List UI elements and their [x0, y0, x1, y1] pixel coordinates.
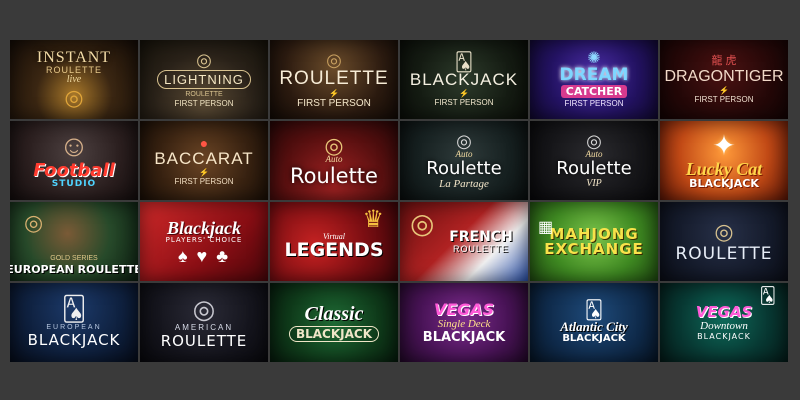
- tile-subtitle: BLACKJACK: [288, 325, 380, 342]
- tile-title: Football: [33, 160, 115, 181]
- game-tile-lightning-roulette[interactable]: ◎ LIGHTNING ROULETTE FIRST PERSON: [140, 40, 268, 119]
- tile-title: LEGENDS: [284, 239, 384, 261]
- tile-tag: FIRST PERSON: [694, 94, 754, 104]
- game-tile-classic-blackjack[interactable]: Classic BLACKJACK: [270, 283, 398, 362]
- tile-title: Roulette: [556, 158, 632, 179]
- tile-title: BLACKJACK: [409, 69, 519, 89]
- playing-cards-icon: 🂡: [454, 51, 474, 72]
- tile-title: Blackjack: [167, 217, 241, 238]
- tile-title: DRAGONTIGER: [664, 67, 784, 85]
- game-tile-roulette-first-person[interactable]: ◎ ROULETTE ⚡ FIRST PERSON: [270, 40, 398, 119]
- game-lobby-grid: INSTANT ROULETTE live ◎ ◎ LIGHTNING ROUL…: [10, 40, 790, 364]
- roulette-wheel-icon: ◎: [24, 210, 44, 235]
- game-tile-baccarat-first-person[interactable]: ● BACCARAT ⚡ FIRST PERSON: [140, 121, 268, 200]
- card-fan-icon: ♠ ♥ ♣: [177, 245, 231, 266]
- lightning-bolt-icon: ⚡: [459, 88, 469, 98]
- playing-cards-icon: 🂡: [61, 295, 87, 323]
- tile-subtitle: BLACKJACK: [562, 333, 626, 344]
- lightning-bolt-icon: ⚡: [199, 167, 209, 177]
- game-tile-atlantic-city-blackjack[interactable]: 🂡 Atlantic City BLACKJACK: [530, 283, 658, 362]
- game-tile-american-roulette[interactable]: ◎ AMERICAN ROULETTE: [140, 283, 268, 362]
- dragon-tiger-glyphs-icon: 龍 虎: [711, 54, 737, 67]
- tile-title: LIGHTNING: [157, 70, 251, 89]
- game-tile-european-blackjack[interactable]: 🂡 EUROPEAN BLACKJACK: [10, 283, 138, 362]
- tile-title: Classic: [304, 302, 364, 325]
- roulette-wheel-icon: ◎: [64, 85, 84, 110]
- lucky-cat-icon: ✦: [712, 130, 736, 161]
- game-tile-vegas-downtown-blackjack[interactable]: 🂡 VEGAS Downtown BLACKJACK: [660, 283, 788, 362]
- tile-tag: FIRST PERSON: [174, 176, 234, 186]
- playing-cards-icon: 🂡: [759, 288, 776, 305]
- roulette-wheel-icon: ◎: [410, 208, 435, 239]
- tile-tag: FIRST PERSON: [297, 97, 371, 109]
- roulette-wheel-icon: ◎: [456, 130, 472, 151]
- tile-title: Lucky Cat: [685, 159, 763, 179]
- game-tile-mahjong-exchange[interactable]: ▦ MAHJONG EXCHANGE: [530, 202, 658, 281]
- tile-title: FRENCH: [449, 228, 513, 245]
- tile-tag: BLACKJACK: [422, 329, 506, 345]
- tile-title: INSTANT: [36, 49, 112, 66]
- tile-title: ROULETTE: [160, 332, 248, 350]
- tile-title: DREAM: [559, 65, 629, 85]
- tile-subtitle: ROULETTE: [185, 91, 223, 98]
- game-tile-european-roulette[interactable]: ◎ GOLD SERIES EUROPEAN ROULETTE: [10, 202, 138, 281]
- game-tile-roulette[interactable]: ◎ ROULETTE: [660, 202, 788, 281]
- roulette-wheel-icon: ◎: [192, 294, 216, 324]
- tile-tag: FIRST PERSON: [174, 99, 234, 108]
- tile-title: ROULETTE: [675, 243, 773, 264]
- game-tile-blackjack-players-choice[interactable]: Blackjack PLAYERS' CHOICE ♠ ♥ ♣: [140, 202, 268, 281]
- tile-subtitle: BLACKJACK: [689, 177, 759, 190]
- game-tile-football-studio[interactable]: ☺ Football STUDIO: [10, 121, 138, 200]
- playing-cards-icon: 🂡: [584, 300, 604, 320]
- game-tile-virtual-legends[interactable]: ♛ Virtual LEGENDS: [270, 202, 398, 281]
- game-tile-french-roulette[interactable]: ◎ FRENCH ROULETTE: [400, 202, 528, 281]
- tile-title: Roulette: [426, 157, 502, 179]
- lightning-bolt-icon: ⚡: [719, 85, 729, 95]
- tile-title: BACCARAT: [154, 148, 254, 168]
- roulette-wheel-icon: ◎: [196, 50, 212, 70]
- baccarat-chip-icon: ●: [199, 134, 209, 151]
- tile-subtitle: ROULETTE: [452, 243, 509, 254]
- tile-tag: FIRST PERSON: [434, 97, 494, 107]
- tile-subtitle: Auto: [325, 153, 343, 164]
- tile-title: BLACKJACK: [27, 330, 121, 349]
- game-tile-auto-roulette-la-partage[interactable]: ◎ Auto Roulette La Partage: [400, 121, 528, 200]
- game-tile-lucky-cat-blackjack[interactable]: ✦ Lucky Cat BLACKJACK: [660, 121, 788, 200]
- tile-tag: BLACKJACK: [697, 331, 751, 341]
- tile-title: EUROPEAN ROULETTE: [10, 263, 138, 276]
- tile-title: ROULETTE: [279, 67, 389, 89]
- game-tile-vegas-single-deck-blackjack[interactable]: VEGAS Single Deck BLACKJACK: [400, 283, 528, 362]
- game-tile-instant-roulette[interactable]: INSTANT ROULETTE live ◎: [10, 40, 138, 119]
- game-tile-dream-catcher[interactable]: ✺ DREAM CATCHER FIRST PERSON: [530, 40, 658, 119]
- game-tile-blackjack-first-person[interactable]: 🂡 BLACKJACK ⚡ FIRST PERSON: [400, 40, 528, 119]
- game-tile-dragon-tiger[interactable]: 龍 虎 DRAGONTIGER ⚡ FIRST PERSON: [660, 40, 788, 119]
- tile-subtitle: STUDIO: [51, 179, 97, 189]
- tile-title: Roulette: [290, 163, 378, 188]
- tile-subtitle: GOLD SERIES: [50, 255, 98, 262]
- mahjong-tiles-icon: ▦: [538, 219, 554, 236]
- game-tile-auto-roulette-vip[interactable]: ◎ Auto Roulette VIP: [530, 121, 658, 200]
- golden-mask-icon: ♛: [362, 206, 384, 233]
- tile-tag: live: [66, 74, 82, 85]
- tile-title: VEGAS: [695, 302, 753, 321]
- game-tile-auto-roulette[interactable]: ◎ Auto Roulette: [270, 121, 398, 200]
- tile-subtitle: PLAYERS' CHOICE: [165, 235, 243, 244]
- tile-subtitle: Single Deck: [437, 317, 491, 330]
- tile-tag: FIRST PERSON: [564, 99, 624, 108]
- roulette-wheel-icon: ◎: [586, 131, 602, 151]
- dealer-portrait-icon: ☺: [58, 130, 90, 163]
- tile-subtitle: Downtown: [700, 319, 748, 332]
- tile-subtitle: CATCHER: [560, 85, 628, 98]
- tile-tag: VIP: [586, 178, 602, 189]
- tile-subtitle: AMERICAN: [174, 323, 234, 332]
- roulette-wheel-icon: ◎: [326, 49, 342, 70]
- roulette-wheel-icon: ◎: [714, 218, 734, 244]
- tile-title: Atlantic City: [560, 319, 628, 334]
- lightning-bolt-icon: ⚡: [329, 88, 339, 98]
- tile-subtitle: EXCHANGE: [544, 239, 644, 258]
- tile-title: VEGAS: [433, 299, 495, 319]
- tile-subtitle: EUROPEAN: [46, 323, 102, 331]
- tile-tag: La Partage: [439, 177, 489, 190]
